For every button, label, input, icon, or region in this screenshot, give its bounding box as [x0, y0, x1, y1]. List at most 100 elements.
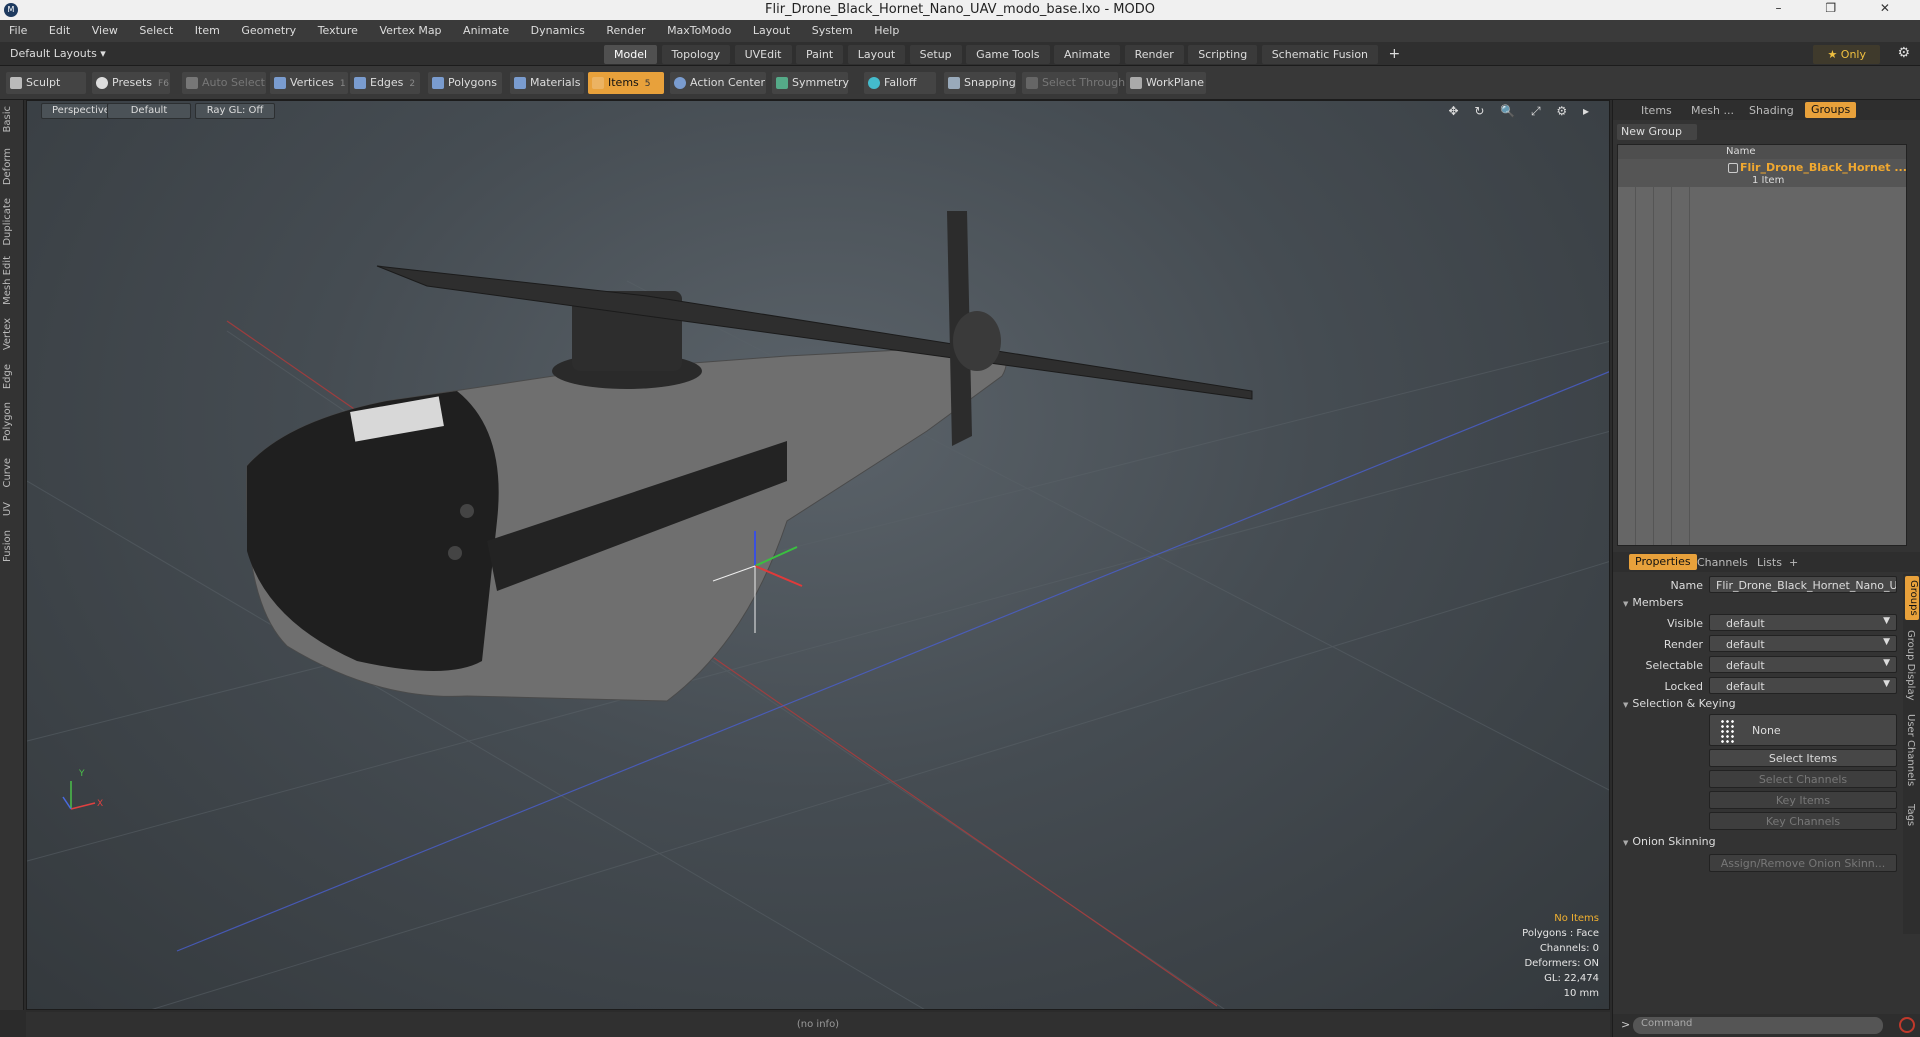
window-controls[interactable]: – ❐ ✕	[1776, 1, 1910, 15]
layout-selector[interactable]: Default Layouts ▾	[10, 47, 106, 60]
new-group-button[interactable]: New Group	[1617, 124, 1697, 140]
menu-system[interactable]: System	[803, 20, 862, 37]
edges-button[interactable]: Edges 2	[350, 72, 420, 94]
section-selection-keying[interactable]: Selection & Keying	[1623, 697, 1735, 710]
tab-animate[interactable]: Animate	[1054, 45, 1121, 64]
vertices-button[interactable]: Vertices 1	[270, 72, 348, 94]
symmetry-icon	[776, 77, 788, 89]
left-tab-fusion[interactable]: Fusion	[2, 530, 22, 562]
key-channels-button[interactable]: Key Channels	[1709, 812, 1897, 830]
menu-view[interactable]: View	[83, 20, 127, 37]
command-input[interactable]: Command	[1633, 1017, 1883, 1034]
tab-properties[interactable]: Properties	[1629, 554, 1697, 570]
menu-texture[interactable]: Texture	[309, 20, 367, 37]
right-panel: Items Mesh ... Shading Groups New Group …	[1612, 100, 1920, 1037]
workplane-button[interactable]: WorkPlane	[1126, 72, 1206, 94]
locked-dropdown[interactable]: default ▼	[1709, 677, 1897, 694]
section-members[interactable]: Members	[1623, 596, 1683, 609]
name-field[interactable]: Flir_Drone_Black_Hornet_Nano_U	[1709, 576, 1897, 593]
menu-select[interactable]: Select	[130, 20, 182, 37]
symmetry-button[interactable]: Symmetry	[772, 72, 849, 94]
action-center-button[interactable]: Action Center	[670, 72, 766, 94]
tab-paint[interactable]: Paint	[796, 45, 844, 64]
left-tab-polygon[interactable]: Polygon	[2, 402, 22, 441]
viewport-nav-icons[interactable]: ✥ ↻ 🔍 ⤢ ⚙ ▸	[1448, 104, 1595, 119]
left-tab-deform[interactable]: Deform	[2, 148, 22, 185]
vertices-icon	[274, 77, 286, 89]
side-tab-user-channels[interactable]: User Channels	[1905, 714, 1916, 786]
assign-onion-button[interactable]: Assign/Remove Onion Skinn...	[1709, 854, 1897, 872]
presets-button[interactable]: Presets F6	[92, 72, 170, 94]
side-tab-group-display[interactable]: Group Display	[1905, 630, 1916, 700]
left-tab-mesh-edit[interactable]: Mesh Edit	[2, 256, 22, 305]
chevron-right-icon: >	[1621, 1018, 1631, 1031]
select-channels-button[interactable]: Select Channels	[1709, 770, 1897, 788]
menu-maxtomodo[interactable]: MaxToModo	[658, 20, 740, 37]
stat-polygons: Polygons : Face	[1522, 928, 1599, 939]
tab-channels[interactable]: Channels	[1697, 556, 1748, 569]
left-tab-duplicate[interactable]: Duplicate	[2, 198, 22, 246]
group-name[interactable]: Flir_Drone_Black_Hornet ...	[1740, 161, 1907, 174]
auto-select-button[interactable]: Auto Select	[182, 72, 266, 94]
left-tab-basic[interactable]: Basic	[2, 106, 22, 132]
side-tab-groups[interactable]: Groups	[1905, 576, 1919, 620]
left-tab-uv[interactable]: UV	[2, 502, 22, 516]
sculpt-button[interactable]: Sculpt	[6, 72, 86, 94]
menu-animate[interactable]: Animate	[454, 20, 518, 37]
select-through-button[interactable]: Select Through	[1022, 72, 1125, 94]
tab-setup[interactable]: Setup	[909, 45, 962, 64]
tab-items[interactable]: Items	[1641, 104, 1672, 117]
only-toggle-button[interactable]: ★ Only	[1813, 45, 1880, 64]
left-tab-curve[interactable]: Curve	[2, 458, 22, 488]
side-tab-tags[interactable]: Tags	[1905, 804, 1916, 826]
menu-render[interactable]: Render	[597, 20, 654, 37]
tab-uvedit[interactable]: UVEdit	[734, 45, 792, 64]
tab-topology[interactable]: Topology	[661, 45, 731, 64]
key-items-button[interactable]: Key Items	[1709, 791, 1897, 809]
menu-layout[interactable]: Layout	[744, 20, 799, 37]
polygons-button[interactable]: Polygons	[428, 72, 502, 94]
column-name: Name	[1726, 146, 1756, 157]
materials-button[interactable]: Materials	[510, 72, 584, 94]
tab-scripting[interactable]: Scripting	[1188, 45, 1258, 64]
raygl-toggle[interactable]: Ray GL: Off	[195, 103, 275, 119]
selectable-dropdown[interactable]: default ▼	[1709, 656, 1897, 673]
menu-help[interactable]: Help	[865, 20, 908, 37]
tab-shading[interactable]: Shading	[1749, 104, 1794, 117]
shading-selector[interactable]: Default	[107, 103, 191, 119]
stop-icon[interactable]	[1899, 1017, 1915, 1033]
menu-item[interactable]: Item	[186, 20, 229, 37]
tab-groups[interactable]: Groups	[1805, 102, 1857, 118]
tab-mesh[interactable]: Mesh ...	[1691, 104, 1734, 117]
select-items-button[interactable]: Select Items	[1709, 749, 1897, 767]
items-icon	[592, 77, 604, 89]
axis-indicator	[62, 781, 96, 810]
section-onion-skinning[interactable]: Onion Skinning	[1623, 835, 1715, 848]
groups-table: Name Flir_Drone_Black_Hornet ... 1 Item	[1617, 144, 1907, 546]
left-tab-vertex[interactable]: Vertex	[2, 318, 22, 350]
tab-game-tools[interactable]: Game Tools	[966, 45, 1050, 64]
tab-render[interactable]: Render	[1124, 45, 1184, 64]
3d-viewport[interactable]: Perspective Default Ray GL: Off ✥ ↻ 🔍 ⤢ …	[26, 100, 1610, 1010]
table-row[interactable]: Flir_Drone_Black_Hornet ... 1 Item	[1618, 159, 1907, 187]
menu-edit[interactable]: Edit	[40, 20, 79, 37]
selection-set-button[interactable]: None	[1709, 714, 1897, 746]
tab-schematic-fusion[interactable]: Schematic Fusion	[1261, 45, 1379, 64]
menu-geometry[interactable]: Geometry	[232, 20, 305, 37]
visible-dropdown[interactable]: default ▼	[1709, 614, 1897, 631]
add-properties-tab-button[interactable]: +	[1789, 556, 1798, 569]
render-dropdown[interactable]: default ▼	[1709, 635, 1897, 652]
add-tab-button[interactable]: +	[1383, 46, 1407, 62]
tab-model[interactable]: Model	[604, 45, 658, 64]
menu-vertex-map[interactable]: Vertex Map	[370, 20, 450, 37]
snapping-button[interactable]: Snapping	[944, 72, 1016, 94]
falloff-button[interactable]: Falloff	[864, 72, 936, 94]
menu-dynamics[interactable]: Dynamics	[522, 20, 594, 37]
left-tab-edge[interactable]: Edge	[2, 364, 22, 389]
menu-file[interactable]: File	[0, 20, 36, 37]
gear-icon[interactable]: ⚙	[1897, 45, 1910, 61]
tab-layout[interactable]: Layout	[847, 45, 906, 64]
tab-lists[interactable]: Lists	[1757, 556, 1782, 569]
view-mode-selector[interactable]: Perspective	[41, 103, 113, 119]
items-button[interactable]: Items 5	[588, 72, 664, 94]
